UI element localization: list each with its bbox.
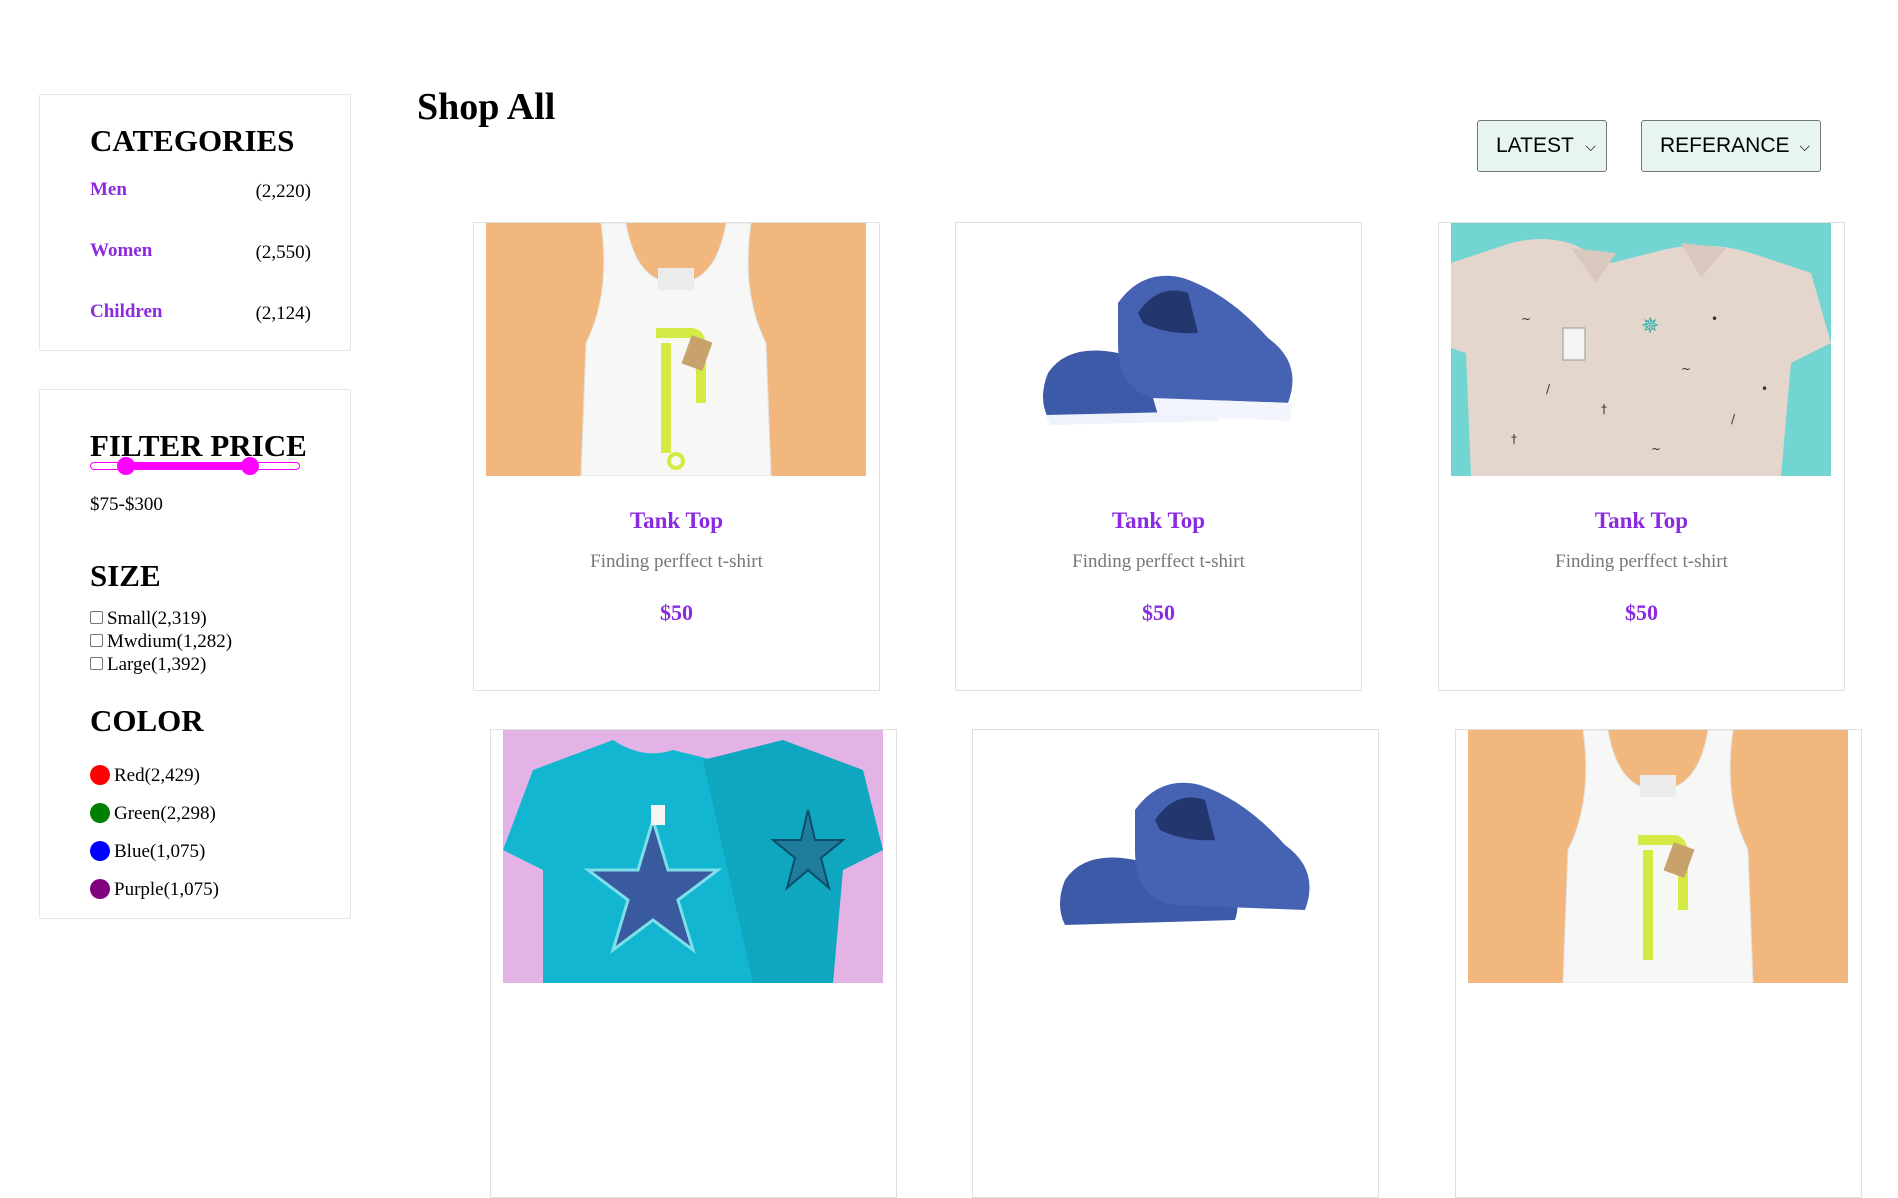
product-description: Finding perffect t-shirt: [590, 551, 763, 572]
sort-latest-select[interactable]: LATEST ⌵: [1477, 120, 1607, 172]
size-label: Large(1,392): [107, 654, 207, 675]
product-price: $50: [660, 600, 693, 625]
product-card[interactable]: [490, 729, 897, 1198]
size-checkbox[interactable]: [90, 634, 103, 647]
color-swatch[interactable]: [90, 841, 110, 861]
svg-text:•: •: [1711, 312, 1718, 326]
chevron-down-icon: ⌵: [1799, 138, 1810, 154]
page-title: Shop All: [417, 86, 556, 128]
category-label[interactable]: Men: [90, 179, 127, 201]
svg-text:~: ~: [1681, 362, 1691, 376]
slider-max-handle[interactable]: [240, 457, 259, 475]
size-checkbox[interactable]: [90, 611, 103, 624]
color-swatch[interactable]: [90, 803, 110, 823]
svg-text:•: •: [1761, 382, 1768, 396]
categories-heading: CATEGORIES: [90, 123, 295, 158]
category-label[interactable]: Children: [90, 301, 163, 323]
color-swatch[interactable]: [90, 765, 110, 785]
category-item-children[interactable]: Children (2,124): [90, 301, 311, 325]
slider-min-handle[interactable]: [116, 457, 135, 475]
filter-price-heading: FILTER PRICE: [90, 428, 307, 463]
product-card[interactable]: [972, 729, 1379, 1198]
category-item-women[interactable]: Women (2,550): [90, 240, 311, 264]
svg-text:✵: ✵: [1641, 314, 1659, 339]
product-description: Finding perffect t-shirt: [1072, 551, 1245, 572]
categories-panel: CATEGORIES Men (2,220) Women (2,550) Chi…: [39, 94, 351, 351]
svg-text:~: ~: [1651, 442, 1661, 456]
size-label: Small(2,319): [107, 608, 207, 629]
size-checkbox[interactable]: [90, 657, 103, 670]
color-option-blue[interactable]: Blue(1,075): [90, 841, 205, 865]
product-card[interactable]: Tank Top Finding perffect t-shirt $50: [955, 222, 1362, 691]
product-image-tank-top[interactable]: [486, 223, 866, 476]
product-card[interactable]: Tank Top Finding perffect t-shirt $50: [473, 222, 880, 691]
product-title[interactable]: Tank Top: [1439, 508, 1844, 534]
size-heading: SIZE: [90, 558, 161, 593]
svg-text:†: †: [1511, 432, 1517, 446]
color-label: Green(2,298): [114, 803, 216, 824]
slider-fill: [125, 462, 250, 470]
product-title[interactable]: Tank Top: [956, 508, 1361, 534]
sort-latest-value: LATEST: [1496, 134, 1574, 157]
size-option-medium[interactable]: Mwdium(1,282): [90, 631, 232, 653]
price-range-text: $75-$300: [90, 494, 163, 515]
chevron-down-icon: ⌵: [1585, 138, 1596, 154]
product-image-polo-shirts[interactable]: ✵ ~ / † ~ • / † ~ •: [1451, 223, 1831, 476]
size-option-small[interactable]: Small(2,319): [90, 608, 207, 630]
product-image-star-tshirts[interactable]: [503, 730, 883, 983]
color-option-green[interactable]: Green(2,298): [90, 803, 216, 827]
category-item-men[interactable]: Men (2,220): [90, 179, 311, 203]
product-price: $50: [1625, 600, 1658, 625]
filter-panel: FILTER PRICE $75-$300 SIZE Small(2,319) …: [39, 389, 351, 919]
size-option-large[interactable]: Large(1,392): [90, 654, 206, 676]
category-count: (2,124): [255, 303, 311, 324]
color-label: Purple(1,075): [114, 879, 220, 900]
category-label[interactable]: Women: [90, 240, 152, 262]
price-range-slider[interactable]: [90, 457, 300, 475]
size-label: Mwdium(1,282): [107, 631, 233, 652]
color-label: Blue(1,075): [114, 841, 206, 862]
color-label: Red(2,429): [114, 765, 201, 786]
product-title[interactable]: Tank Top: [474, 508, 879, 534]
product-price: $50: [1142, 600, 1175, 625]
product-image-tank-top[interactable]: [1468, 730, 1848, 983]
product-image-sneakers[interactable]: [968, 223, 1348, 476]
product-description: Finding perffect t-shirt: [1555, 551, 1728, 572]
sort-reference-value: REFERANCE: [1660, 134, 1790, 157]
svg-text:†: †: [1601, 402, 1607, 416]
svg-text:~: ~: [1521, 312, 1531, 326]
color-heading: COLOR: [90, 703, 204, 738]
color-option-red[interactable]: Red(2,429): [90, 765, 200, 789]
sort-reference-select[interactable]: REFERANCE ⌵: [1641, 120, 1821, 172]
product-card[interactable]: [1455, 729, 1862, 1198]
color-option-purple[interactable]: Purple(1,075): [90, 879, 219, 903]
product-card[interactable]: ✵ ~ / † ~ • / † ~ • Tank Top Finding perffect …: [1438, 222, 1845, 691]
color-swatch[interactable]: [90, 879, 110, 899]
category-count: (2,550): [255, 242, 311, 263]
product-image-sneakers[interactable]: [985, 730, 1365, 983]
category-count: (2,220): [255, 181, 311, 202]
